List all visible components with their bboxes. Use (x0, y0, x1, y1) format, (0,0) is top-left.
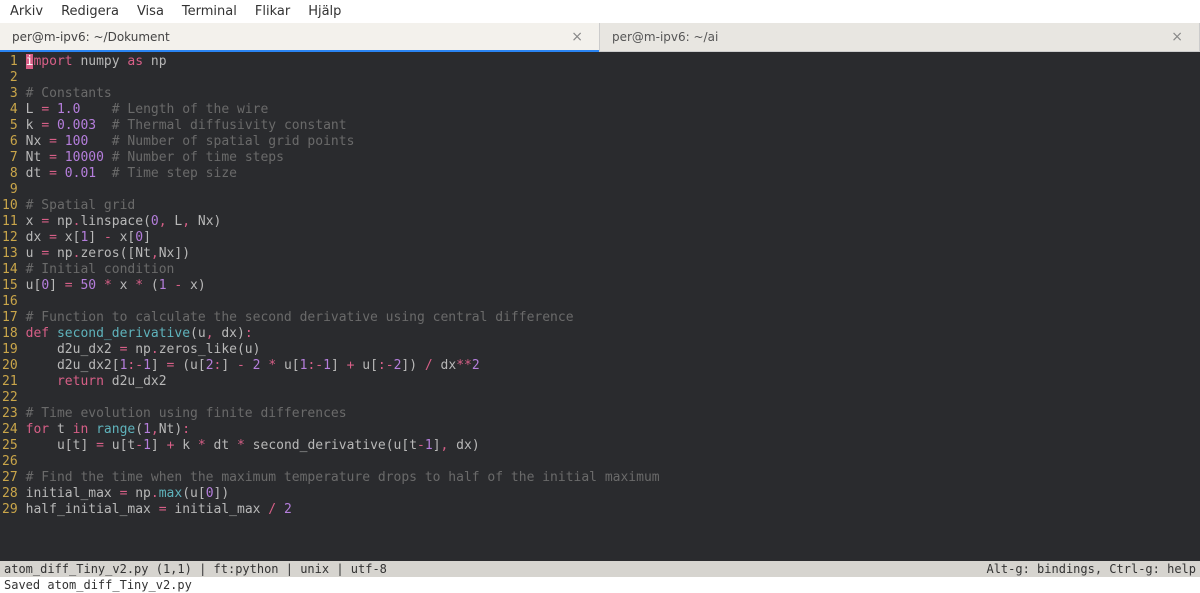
editor[interactable]: 1234567891011121314151617181920212223242… (0, 52, 1200, 561)
status-bar: atom_diff_Tiny_v2.py (1,1) | ft:python |… (0, 561, 1200, 577)
code-line[interactable]: for t in range(1,Nt): (26, 422, 660, 438)
line-number-gutter: 1234567891011121314151617181920212223242… (0, 52, 22, 520)
tab-dokument[interactable]: per@m-ipv6: ~/Dokument × (0, 23, 600, 51)
code-line[interactable]: d2u_dx2 = np.zeros_like(u) (26, 342, 660, 358)
message-bar: Saved atom_diff_Tiny_v2.py (0, 577, 1200, 593)
code-line[interactable] (26, 294, 660, 310)
code-line[interactable]: half_initial_max = initial_max / 2 (26, 502, 660, 518)
code-line[interactable]: # Function to calculate the second deriv… (26, 310, 660, 326)
tab-ai[interactable]: per@m-ipv6: ~/ai × (600, 23, 1200, 51)
tabbar: per@m-ipv6: ~/Dokument × per@m-ipv6: ~/a… (0, 23, 1200, 52)
code-line[interactable] (26, 70, 660, 86)
code-line[interactable]: L = 1.0 # Length of the wire (26, 102, 660, 118)
menu-flikar[interactable]: Flikar (255, 4, 290, 19)
code-line[interactable]: import numpy as np (26, 54, 660, 70)
close-icon[interactable]: × (567, 29, 587, 45)
tab-title: per@m-ipv6: ~/ai (612, 30, 718, 44)
code-lines[interactable]: import numpy as np # ConstantsL = 1.0 # L… (22, 52, 664, 520)
code-line[interactable]: return d2u_dx2 (26, 374, 660, 390)
code-line[interactable]: def second_derivative(u, dx): (26, 326, 660, 342)
close-icon[interactable]: × (1167, 29, 1187, 45)
menu-hjalp[interactable]: Hjälp (308, 4, 341, 19)
code-line[interactable]: u[0] = 50 * x * (1 - x) (26, 278, 660, 294)
code-line[interactable]: u = np.zeros([Nt,Nx]) (26, 246, 660, 262)
code-line[interactable]: x = np.linspace(0, L, Nx) (26, 214, 660, 230)
code-line[interactable]: Nt = 10000 # Number of time steps (26, 150, 660, 166)
status-left: atom_diff_Tiny_v2.py (1,1) | ft:python |… (4, 562, 387, 576)
code-line[interactable] (26, 390, 660, 406)
code-line[interactable] (26, 182, 660, 198)
code-line[interactable]: d2u_dx2[1:-1] = (u[2:] - 2 * u[1:-1] + u… (26, 358, 660, 374)
code-line[interactable] (26, 454, 660, 470)
code-line[interactable]: # Initial condition (26, 262, 660, 278)
code-line[interactable]: initial_max = np.max(u[0]) (26, 486, 660, 502)
code-line[interactable]: # Find the time when the maximum tempera… (26, 470, 660, 486)
menu-visa[interactable]: Visa (137, 4, 164, 19)
code-line[interactable]: # Spatial grid (26, 198, 660, 214)
menubar: Arkiv Redigera Visa Terminal Flikar Hjäl… (0, 0, 1200, 23)
code-line[interactable]: k = 0.003 # Thermal diffusivity constant (26, 118, 660, 134)
code-line[interactable]: # Constants (26, 86, 660, 102)
code-line[interactable]: dt = 0.01 # Time step size (26, 166, 660, 182)
menu-redigera[interactable]: Redigera (61, 4, 119, 19)
code-line[interactable]: Nx = 100 # Number of spatial grid points (26, 134, 660, 150)
code-line[interactable]: dx = x[1] - x[0] (26, 230, 660, 246)
tab-title: per@m-ipv6: ~/Dokument (12, 30, 170, 44)
menu-arkiv[interactable]: Arkiv (10, 4, 43, 19)
menu-terminal[interactable]: Terminal (182, 4, 237, 19)
code-line[interactable]: # Time evolution using finite difference… (26, 406, 660, 422)
status-right: Alt-g: bindings, Ctrl-g: help (986, 562, 1196, 576)
code-line[interactable]: u[t] = u[t-1] + k * dt * second_derivati… (26, 438, 660, 454)
